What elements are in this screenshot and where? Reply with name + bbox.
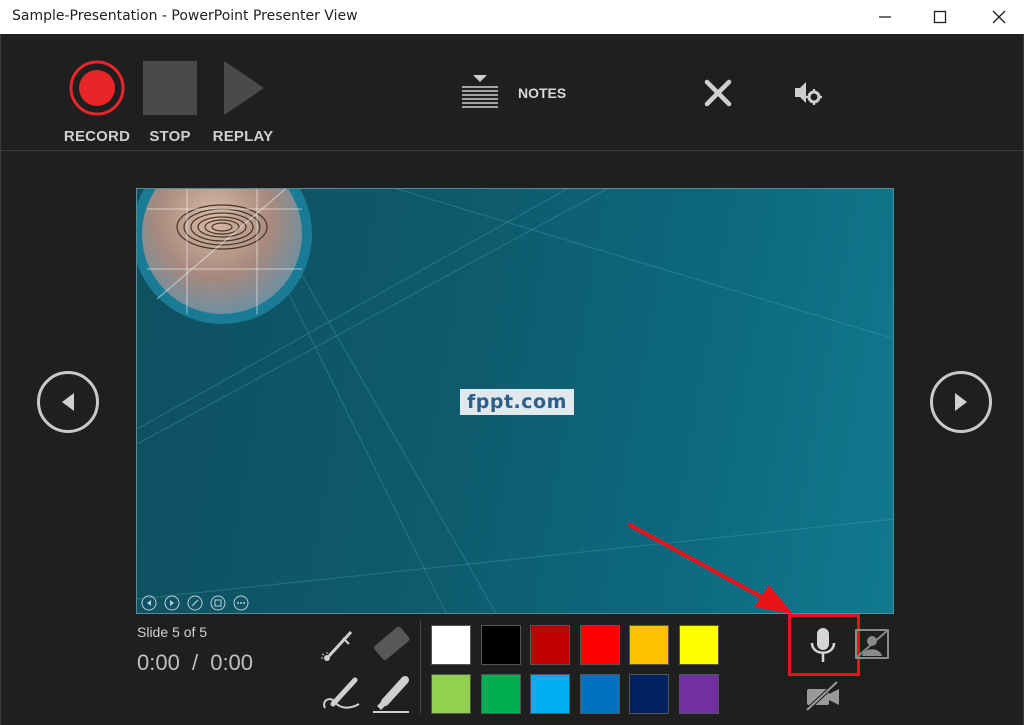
recording-toolbar: RECORD STOP REPLAY NOTES [1,34,1023,151]
replay-button[interactable]: REPLAY [213,59,273,145]
audio-settings-button[interactable] [791,79,823,109]
highlighter-icon [373,676,409,713]
window-close-button[interactable] [976,0,1022,34]
camera-off-icon [805,680,839,712]
close-icon [704,79,732,107]
window-title: Sample-Presentation - PowerPoint Present… [12,8,358,24]
window-titlebar: Sample-Presentation - PowerPoint Present… [0,0,1024,34]
color-swatch-orange[interactable] [629,625,669,665]
recording-timer: 0:00 / 0:00 [137,650,253,676]
window-close-icon [992,10,1006,24]
record-label: RECORD [63,128,131,145]
toolbar-divider [420,621,421,713]
next-slide-button[interactable] [930,371,992,433]
minimize-icon [879,16,891,18]
eraser-icon [374,626,410,660]
laser-pointer-icon [321,630,353,661]
pen-icon [323,677,360,709]
next-slide-icon [955,393,967,411]
clear-recording-button[interactable] [701,76,735,110]
previous-slide-button[interactable] [37,371,99,433]
maximize-icon [933,10,947,24]
camera-toggle-button[interactable] [803,680,843,712]
stop-icon [143,61,197,115]
color-swatch-purple[interactable] [679,674,719,714]
color-swatch-dark-blue[interactable] [629,674,669,714]
color-swatch-dark-red[interactable] [530,625,570,665]
slide-counter: Slide 5 of 5 [137,624,208,640]
pen-button[interactable] [319,674,363,716]
record-icon [69,60,125,116]
color-swatch-light-green[interactable] [431,674,471,714]
laser-pointer-button[interactable] [319,624,359,664]
slide-preview[interactable]: fppt.com [136,188,894,614]
slide-logo-text: fppt.com [460,389,574,415]
time-elapsed: 0:00 [137,650,180,675]
maximize-button[interactable] [917,0,963,34]
time-total: 0:00 [210,650,254,675]
color-swatch-blue[interactable] [580,674,620,714]
slide-mini-controls[interactable] [141,594,261,612]
stop-button[interactable]: STOP [140,59,200,145]
stop-label: STOP [149,128,191,145]
presenter-view: RECORD STOP REPLAY NOTES fppt.com Slide … [0,34,1024,725]
eraser-button[interactable] [369,625,413,665]
notes-label: NOTES [518,85,567,101]
color-swatch-white[interactable] [431,625,471,665]
camera-preview-toggle-button[interactable] [854,628,890,660]
replay-icon [224,61,264,115]
color-swatch-light-blue[interactable] [530,674,570,714]
notes-icon [462,75,498,108]
color-swatch-yellow[interactable] [679,625,719,665]
color-swatch-black[interactable] [481,625,521,665]
record-button[interactable]: RECORD [63,58,131,145]
camera-preview-off-icon [855,629,889,659]
minimize-button[interactable] [862,0,908,34]
audio-settings-icon [795,82,822,105]
time-separator: / [191,650,199,675]
color-swatch-red[interactable] [580,625,620,665]
annotation-highlight-box [788,614,860,676]
previous-slide-icon [62,393,74,411]
color-swatch-green[interactable] [481,674,521,714]
highlighter-button[interactable] [369,674,413,716]
replay-label: REPLAY [212,128,274,145]
